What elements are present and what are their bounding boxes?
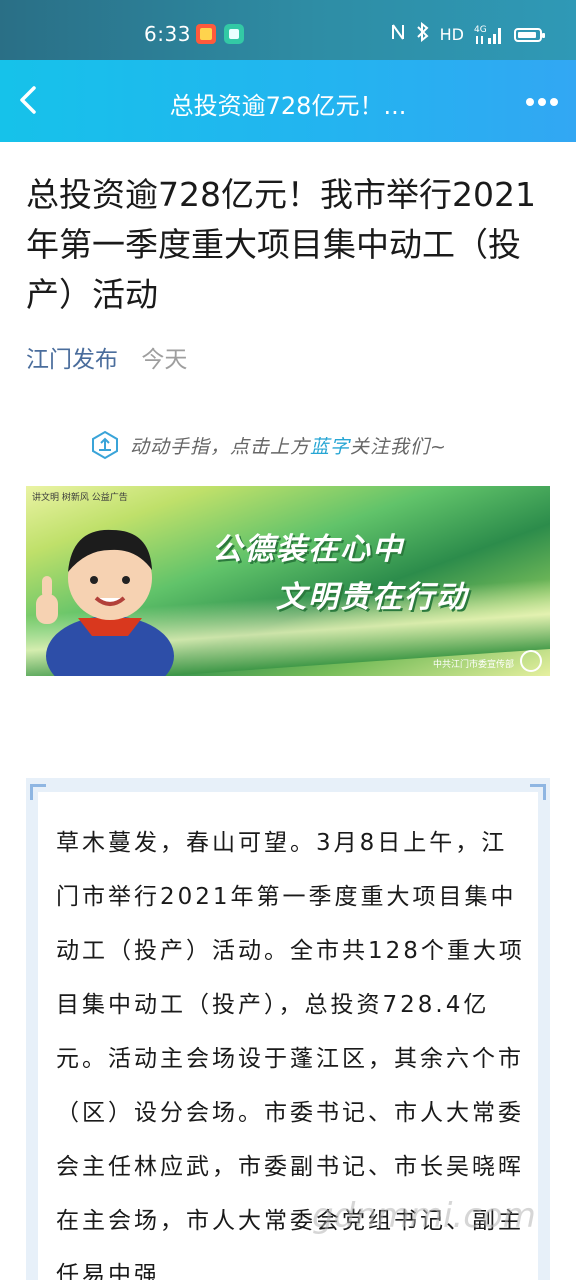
status-time: 6:33 xyxy=(144,22,191,46)
child-illustration xyxy=(36,529,174,676)
app-bar-title: 总投资逾728亿元！... xyxy=(169,92,407,120)
status-icons: HD 4G xyxy=(390,21,545,47)
more-dots-icon[interactable] xyxy=(522,82,562,122)
watermark: gdnmmi.com xyxy=(312,1196,536,1236)
article-meta: 江门发布 今天 xyxy=(26,340,187,374)
status-bar: 6:33 HD 4G xyxy=(0,0,576,60)
promo-slogan-1: 公德装在心中 xyxy=(212,532,404,567)
bluetooth-icon xyxy=(416,21,430,47)
emblem-icon xyxy=(520,650,542,672)
signal-4g-icon: 4G xyxy=(474,24,504,46)
app-bar: 总投资逾728亿元！... xyxy=(0,60,576,142)
share-up-icon xyxy=(92,430,118,460)
hd-icon: HD xyxy=(439,24,464,44)
nfc-icon xyxy=(390,23,406,46)
promo-publisher: 中共江门市委宣传部 xyxy=(432,660,514,670)
publish-date: 今天 xyxy=(141,347,188,373)
promo-banner-image: 讲文明 树新风 公益广告 公德装在心中 文明贵在行动 中共江门市委宣传部 xyxy=(26,486,550,676)
promo-slogan-2: 文明贵在行动 xyxy=(276,580,468,615)
follow-text-suffix: 关注我们~ xyxy=(350,435,447,458)
follow-text-prefix: 动动手指，点击上方 xyxy=(130,435,311,458)
battery-icon xyxy=(514,27,545,42)
network-label: 4G xyxy=(474,24,487,35)
app-notification-icon xyxy=(224,24,244,44)
app-notification-icon xyxy=(196,24,216,44)
follow-prompt: 动动手指，点击上方蓝字关注我们~ xyxy=(90,430,447,460)
article-title: 总投资逾728亿元！我市举行2021年第一季度重大项目集中动工（投产）活动 xyxy=(26,175,536,314)
author-link[interactable]: 江门发布 xyxy=(26,347,118,373)
follow-text-highlight: 蓝字 xyxy=(310,435,351,458)
promo-top-line: 讲文明 树新风 公益广告 xyxy=(32,493,128,503)
follow-text: 动动手指，点击上方蓝字关注我们~ xyxy=(130,432,447,459)
back-arrow-icon[interactable] xyxy=(10,80,50,120)
